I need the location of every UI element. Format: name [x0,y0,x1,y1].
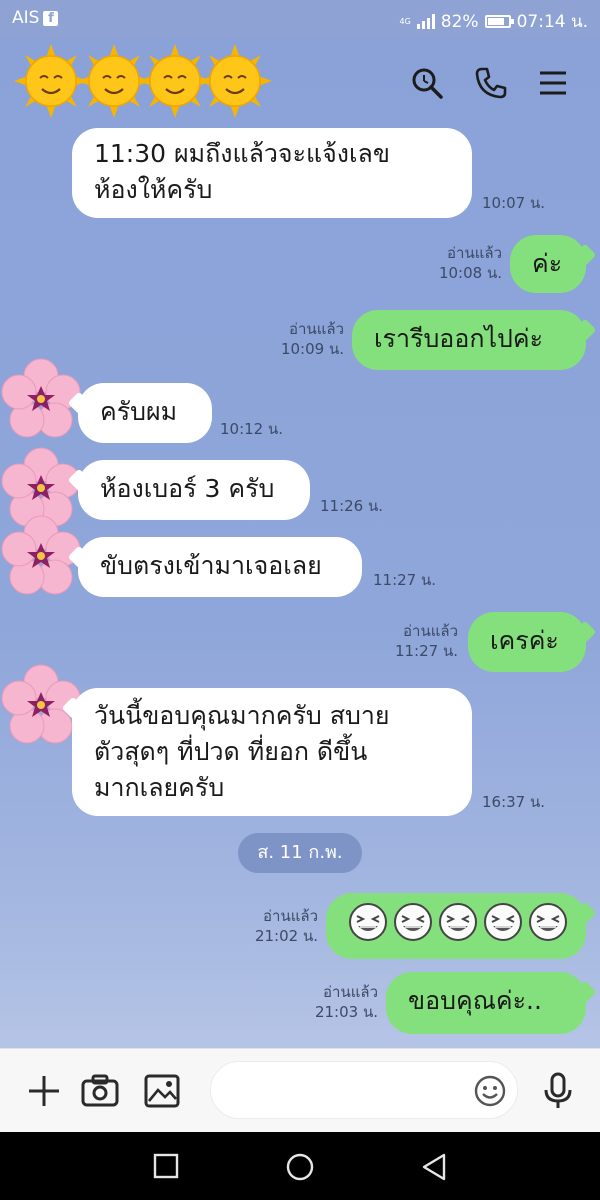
android-nav-bar [0,1132,600,1200]
message-time: 16:37 น. [482,793,546,811]
message-time: 11:27 น. [394,642,458,660]
battery-icon [484,15,514,28]
laughing-face-icon [394,903,432,941]
message-line: ตัวสุดๆ ที่ปวด ที่ยอก ดีขึ้น [94,737,368,766]
message-meta: อ่านแล้ว 11:27 น. [395,621,458,661]
message-text: เรารีบออกไปค่ะ [374,324,544,353]
chat-header [0,38,600,124]
phone-icon[interactable] [474,66,508,100]
message-meta: อ่านแล้ว 10:08 น. [439,243,502,283]
sent-message[interactable] [326,893,586,959]
date-divider: ส. 11 ก.พ. [238,833,362,873]
received-message[interactable]: 11:30 ผมถึงแล้วจะแจ้งเลข ห้องให้ครับ [72,128,472,218]
home-icon[interactable] [285,1152,315,1182]
sent-message[interactable]: ค่ะ [510,235,586,293]
message-meta: อ่านแล้ว 10:09 น. [281,319,344,359]
message-time: 11:26 น. [320,497,384,515]
received-message[interactable]: ขับตรงเข้ามาเจอเลย [78,537,362,597]
message-time: 10:09 น. [280,340,344,358]
status-right: 4G 82% 07:14 น. [399,8,588,35]
read-receipt: อ่านแล้ว [403,622,458,640]
plus-icon[interactable] [24,1071,64,1111]
read-receipt: อ่านแล้ว [289,320,344,338]
message-line: วันนี้ขอบคุณมากครับ สบาย [94,701,390,730]
emoji-icon[interactable] [473,1074,507,1108]
message-text: ขอบคุณค่ะ.. [408,986,542,1015]
sent-message[interactable]: เรารีบออกไปค่ะ [352,310,586,370]
back-icon[interactable] [420,1152,448,1182]
received-message[interactable]: วันนี้ขอบคุณมากครับ สบาย ตัวสุดๆ ที่ปวด … [72,688,472,816]
laughing-face-icon [439,903,477,941]
message-time: 10:08 น. [438,264,502,282]
received-message[interactable]: ครับผม [78,383,212,443]
menu-icon[interactable] [536,66,570,100]
message-time: 10:07 น. [482,194,546,212]
message-meta: อ่านแล้ว 21:02 น. [255,906,318,946]
message-text: เครค่ะ [490,626,559,655]
message-line: 11:30 ผมถึงแล้วจะแจ้งเลข [94,139,390,168]
search-icon[interactable] [410,66,444,100]
message-time: 10:12 น. [220,420,284,438]
clock: 07:14 น. [516,12,588,32]
battery-level [487,18,504,25]
sent-message[interactable]: ขอบคุณค่ะ.. [386,972,586,1034]
laughing-face-icon [349,903,387,941]
sent-message[interactable]: เครค่ะ [468,612,586,672]
message-line: มากเลยครับ [94,773,225,802]
image-icon[interactable] [142,1071,182,1111]
sun-face-icon[interactable] [198,44,272,118]
received-message[interactable]: ห้องเบอร์ 3 ครับ [78,460,310,520]
laughing-face-icon [484,903,522,941]
message-text: ขับตรงเข้ามาเจอเลย [100,551,322,580]
message-input[interactable] [210,1061,518,1119]
message-text: ครับผม [100,397,178,426]
input-bar [0,1048,600,1133]
read-receipt: อ่านแล้ว [447,244,502,262]
read-receipt: อ่านแล้ว [263,907,318,925]
message-text: ห้องเบอร์ 3 ครับ [100,474,275,503]
battery-percent: 82% [440,11,479,32]
camera-icon[interactable] [80,1071,120,1111]
facebook-notification-icon: f [43,10,59,26]
message-line: ห้องให้ครับ [94,175,213,204]
laughing-face-icon [529,903,567,941]
network-type: 4G [399,16,411,26]
message-time: 11:27 น. [373,571,437,589]
message-text: ค่ะ [532,249,563,278]
message-time: 21:03 น. [314,1003,378,1021]
read-receipt: อ่านแล้ว [323,983,378,1001]
recent-apps-icon[interactable] [153,1153,179,1179]
carrier-name: AIS [12,8,40,28]
status-bar: AIS f 4G 82% 07:14 น. [0,0,600,38]
sticker-row [348,902,568,942]
status-left: AIS f [12,8,59,28]
signal-icon [416,14,435,29]
message-time: 21:02 น. [254,927,318,945]
microphone-icon[interactable] [538,1071,578,1111]
message-meta: อ่านแล้ว 21:03 น. [315,982,378,1022]
